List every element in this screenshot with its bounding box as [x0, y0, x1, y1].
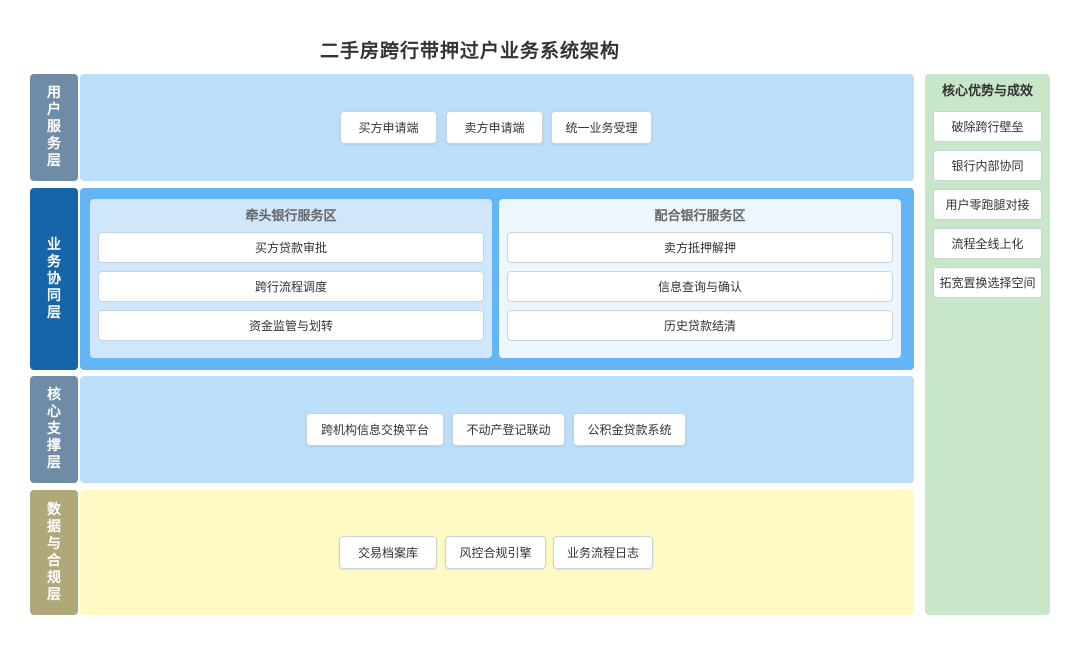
- layer-panel-business: 牵头银行服务区 买方贷款审批 跨行流程调度 资金监管与划转 配合银行服务区 卖方…: [80, 188, 914, 370]
- advantages-title: 核心优势与成效: [941, 84, 1033, 99]
- node-seller-portal: 卖方申请端: [446, 111, 543, 144]
- diagram-title: 二手房跨行带押过户业务系统架构: [319, 40, 620, 62]
- layer-panel-data: 交易档案库 风控合规引擎 业务流程日志: [80, 490, 914, 615]
- node-seller-mortgage-release: 卖方抵押解押: [507, 232, 893, 263]
- layer-label-data: 数据与合规层: [30, 490, 78, 615]
- partner-bank-zone-title: 配合银行服务区: [654, 209, 746, 224]
- node-transaction-archive: 交易档案库: [339, 536, 437, 569]
- node-buyer-loan-approval: 买方贷款审批: [98, 232, 484, 263]
- layer-label-core: 核心支撑层: [30, 376, 78, 483]
- layer-label-user: 用户服务层: [30, 74, 78, 181]
- advantage-item: 拓宽置换选择空间: [933, 267, 1042, 298]
- node-risk-compliance-engine: 风控合规引擎: [445, 536, 546, 569]
- partner-bank-zone: 配合银行服务区 卖方抵押解押 信息查询与确认 历史贷款结清: [499, 199, 901, 358]
- node-historical-loan-payoff: 历史贷款结清: [507, 310, 893, 341]
- layer-label-business: 业务协同层: [30, 188, 78, 370]
- lead-bank-zone: 牵头银行服务区 买方贷款审批 跨行流程调度 资金监管与划转: [90, 199, 492, 358]
- node-workflow-log: 业务流程日志: [553, 536, 653, 569]
- node-housing-fund-system: 公积金贷款系统: [573, 413, 686, 446]
- advantage-item: 银行内部协同: [933, 150, 1042, 181]
- advantage-item: 流程全线上化: [933, 228, 1042, 259]
- node-real-estate-registry: 不动产登记联动: [452, 413, 565, 446]
- node-fund-supervision: 资金监管与划转: [98, 310, 484, 341]
- node-unified-intake: 统一业务受理: [551, 111, 652, 144]
- node-cross-bank-scheduling: 跨行流程调度: [98, 271, 484, 302]
- node-buyer-portal: 买方申请端: [340, 111, 437, 144]
- node-info-exchange-platform: 跨机构信息交换平台: [306, 413, 444, 446]
- advantages-panel: 核心优势与成效 破除跨行壁垒 银行内部协同 用户零跑腿对接 流程全线上化 拓宽置…: [925, 74, 1050, 615]
- advantage-item: 破除跨行壁垒: [933, 111, 1042, 142]
- lead-bank-zone-title: 牵头银行服务区: [245, 209, 337, 224]
- advantage-item: 用户零跑腿对接: [933, 189, 1042, 220]
- layer-panel-user: 买方申请端 卖方申请端 统一业务受理: [80, 74, 914, 181]
- layer-panel-core: 跨机构信息交换平台 不动产登记联动 公积金贷款系统: [80, 376, 914, 483]
- node-info-query-confirm: 信息查询与确认: [507, 271, 893, 302]
